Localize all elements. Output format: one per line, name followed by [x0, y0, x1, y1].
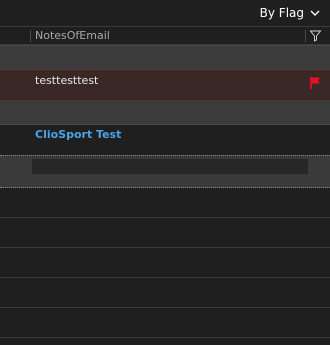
empty-row [0, 308, 330, 338]
note-text: testtesttest [35, 74, 99, 87]
mail-list-pane: By Flag NotesOfEmail testtesttest ClioSp… [0, 0, 330, 345]
flag-icon[interactable] [309, 76, 322, 90]
filter-icon[interactable] [309, 29, 322, 42]
empty-row [0, 218, 330, 248]
link-text[interactable]: ClioSport Test [35, 128, 121, 142]
sort-bar: By Flag [0, 0, 330, 26]
list-item[interactable]: ClioSport Test [0, 125, 330, 155]
chevron-down-icon [310, 10, 320, 16]
empty-row [0, 248, 330, 278]
column-separator[interactable] [30, 30, 31, 42]
empty-row [0, 188, 330, 218]
column-header-notes[interactable]: NotesOfEmail [35, 29, 110, 43]
sort-label: By Flag [259, 6, 304, 20]
empty-row [0, 278, 330, 308]
column-separator[interactable] [305, 30, 306, 42]
list-group-separator [0, 45, 330, 69]
column-header-row: NotesOfEmail [0, 26, 330, 45]
selected-list-item[interactable] [0, 155, 330, 188]
list-group-separator [0, 101, 330, 125]
inline-edit-field[interactable] [32, 159, 308, 174]
sort-by-button[interactable]: By Flag [260, 2, 320, 24]
list-item[interactable]: testtesttest [0, 69, 330, 101]
